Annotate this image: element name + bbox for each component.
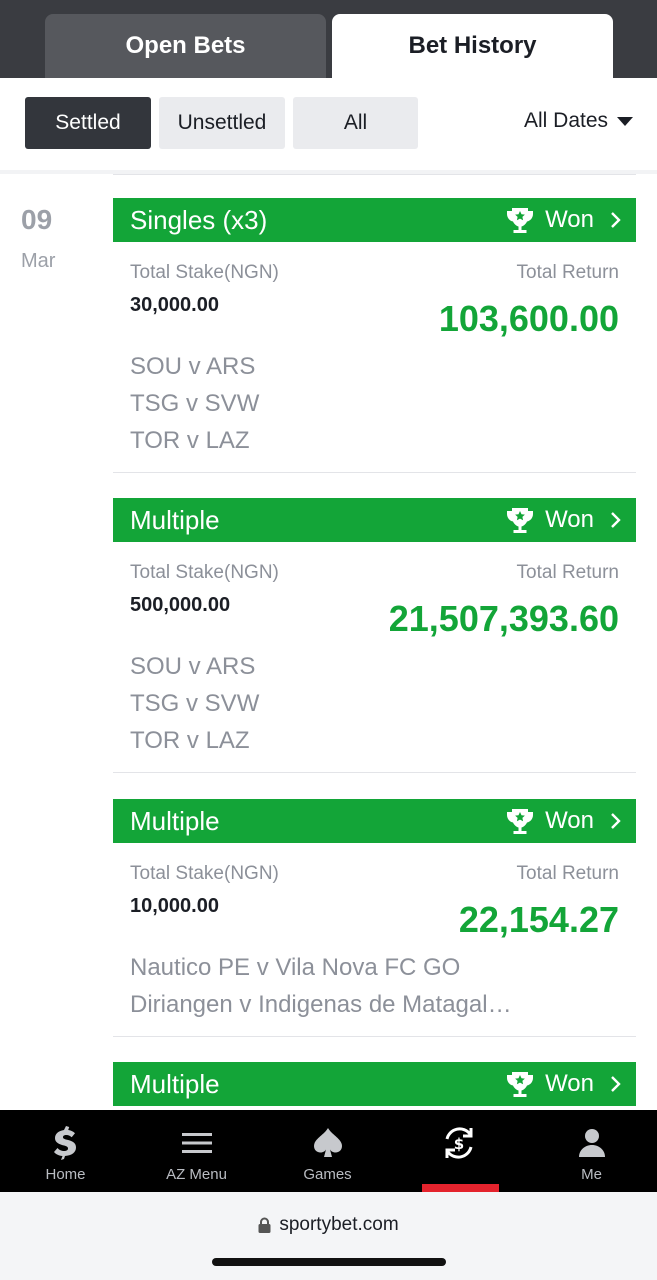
nav-me-label: Me [581,1166,602,1183]
bet-card-header[interactable]: Multiple Won [113,799,636,843]
match-item: TOR v LAZ [130,727,250,754]
won-status: Won [505,198,622,242]
bet-type: Singles (x3) [130,204,268,235]
bet-history-list: 09 Mar Singles (x3) Won Total Stake(NGN)… [0,174,657,1110]
nav-az-menu-label: AZ Menu [166,1166,227,1183]
trophy-icon [507,208,534,233]
won-label: Won [545,807,594,834]
match-item: Nautico PE v Vila Nova FC GO [130,954,461,981]
total-stake-label: Total Stake(NGN) [130,562,279,583]
chevron-right-icon [611,212,621,228]
won-label: Won [545,206,594,233]
divider [113,1036,636,1037]
match-item: TOR v LAZ [130,427,250,454]
url-display[interactable]: sportybet.com [0,1214,657,1236]
nav-home-label: Home [45,1166,86,1183]
bet-card-header[interactable]: Singles (x3) Won [113,198,636,242]
bet-card[interactable]: Multiple Won Total Stake(NGN) 500,000.00… [113,498,636,773]
tab-bet-history[interactable]: Bet History [332,14,613,78]
tab-open-bets[interactable]: Open Bets [45,14,326,78]
match-list: SOU v ARS TSG v SVW TOR v LAZ [130,648,620,759]
total-stake-value: 500,000.00 [130,594,231,616]
home-indicator[interactable] [212,1258,446,1266]
won-label: Won [545,506,594,533]
total-return-value: 21,507,393.60 [388,598,619,639]
bet-type: Multiple [130,504,220,535]
match-list: SOU v ARS TSG v SVW TOR v LAZ [130,348,620,459]
total-return-value: 103,600.00 [438,298,619,339]
trophy-icon [507,1072,534,1097]
top-tab-bar: Open Bets Bet History [0,0,657,78]
date-month: Mar [21,250,56,272]
match-item: SOU v ARS [130,653,256,680]
bet-card[interactable]: Singles (x3) Won Total Stake(NGN) 30,000… [113,198,636,473]
divider [113,472,636,473]
lock-icon [258,1217,271,1233]
bet-card[interactable]: Multiple Won [113,1062,636,1106]
bet-type: Multiple [130,805,220,836]
chevron-right-icon [611,1076,621,1092]
nav-az-menu[interactable]: AZ Menu [131,1110,262,1192]
nav-games-label: Games [303,1166,352,1183]
nav-games[interactable]: Games [262,1110,393,1192]
browser-url-bar: sportybet.com [0,1192,657,1280]
active-tab-indicator [422,1184,499,1192]
bet-card-body: Total Stake(NGN) 30,000.00 Total Return … [113,242,636,473]
filter-settled-button[interactable]: Settled [25,97,151,149]
filter-all-button[interactable]: All [293,97,418,149]
sporty-logo-icon [53,1126,79,1160]
spade-icon [313,1126,343,1160]
nav-home[interactable]: Home [0,1110,131,1192]
date-filter-dropdown[interactable]: All Dates [524,109,634,133]
total-stake-label: Total Stake(NGN) [130,262,279,283]
filter-unsettled-button[interactable]: Unsettled [159,97,285,149]
nav-me[interactable]: Me [526,1110,657,1192]
won-status: Won [505,1062,622,1106]
match-item: SOU v ARS [130,353,256,380]
user-icon [578,1126,606,1160]
total-return-label: Total Return [516,863,619,884]
trophy-icon [507,508,534,533]
total-return-value: 22,154.27 [458,899,619,940]
total-return-label: Total Return [516,562,619,583]
divider [113,772,636,773]
date-day: 09 [21,204,53,235]
total-return-label: Total Return [516,262,619,283]
total-stake-value: 30,000.00 [130,294,219,316]
bet-card-header[interactable]: Multiple Won [113,498,636,542]
chevron-right-icon [611,813,621,829]
svg-text:$: $ [453,1135,463,1153]
bet-card-body: Total Stake(NGN) 10,000.00 Total Return … [113,843,636,1037]
won-status: Won [505,498,622,542]
nav-bet-history[interactable]: $ [393,1110,524,1192]
bet-card[interactable]: Multiple Won Total Stake(NGN) 10,000.00 … [113,799,636,1037]
bet-card-header[interactable]: Multiple Won [113,1062,636,1106]
match-item: TSG v SVW [130,390,260,417]
total-stake-value: 10,000.00 [130,895,219,917]
filter-row: Settled Unsettled All All Dates [0,78,657,170]
refresh-money-icon: $ [441,1126,477,1160]
url-text: sportybet.com [279,1214,399,1235]
date-filter-label: All Dates [524,109,609,132]
caret-down-icon [617,116,634,126]
bottom-nav: Home AZ Menu Games $ Me [0,1110,657,1192]
total-stake-label: Total Stake(NGN) [130,863,279,884]
menu-icon [181,1126,212,1160]
chevron-right-icon [611,512,621,528]
trophy-icon [507,809,534,834]
bet-type: Multiple [130,1068,220,1099]
bet-card-body: Total Stake(NGN) 500,000.00 Total Return… [113,542,636,773]
match-item: TSG v SVW [130,690,260,717]
match-list: Nautico PE v Vila Nova FC GO Diriangen v… [130,949,620,1023]
divider [113,174,636,175]
won-status: Won [505,799,622,843]
match-item: Diriangen v Indigenas de Matagal… [130,991,512,1018]
won-label: Won [545,1070,594,1097]
